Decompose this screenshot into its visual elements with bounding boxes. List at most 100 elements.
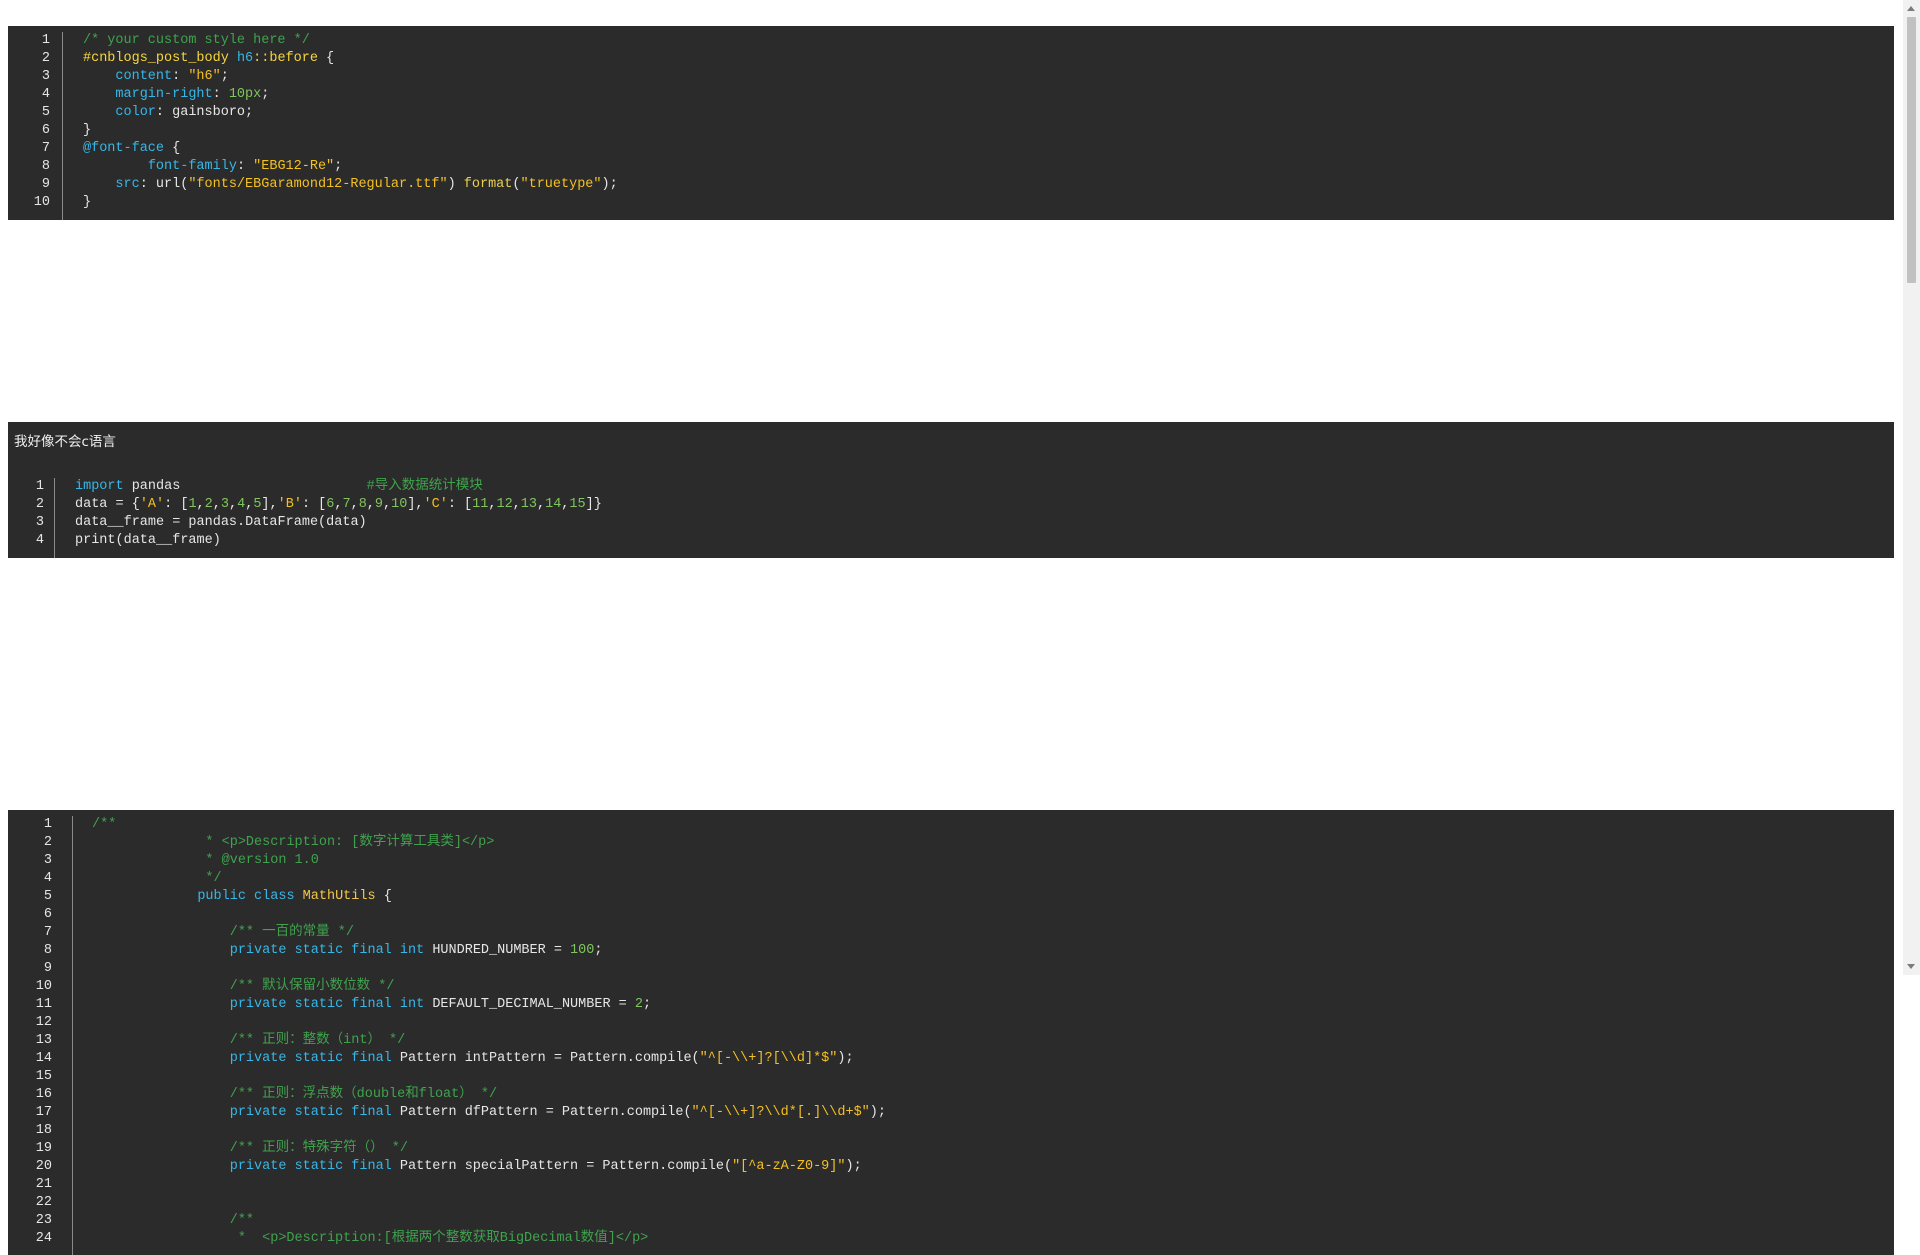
code-token: { [164, 141, 181, 156]
line-number: 24 [35, 1231, 52, 1246]
code-token: * <p>Description:[根据两个整数获取BigDecimal数值]<… [237, 1231, 649, 1246]
code-token: private [229, 1159, 287, 1174]
java-code-block: 1 2 3 4 5 6 7 8 9 10 11 12 13 14 15 16 17 18 19 20 21 22 23 24 … [8, 810, 1894, 1255]
line-number: 14 [35, 1051, 52, 1066]
code-token: ; [261, 87, 270, 102]
code-token: final [351, 1105, 392, 1120]
scroll-down-arrow-icon[interactable] [1907, 964, 1915, 969]
code-token: font-family [147, 159, 237, 174]
code-line: @font-face { [83, 140, 1894, 158]
code-token: src [115, 177, 140, 192]
code-token: static [294, 1159, 344, 1174]
code-token: pandas [123, 479, 367, 494]
code-token: "h6" [188, 69, 221, 84]
code-token: 15 [569, 497, 586, 512]
line-number: 4 [43, 871, 52, 886]
code-token: class [254, 889, 295, 904]
code-line: private static final Pattern intPattern … [92, 1050, 1894, 1068]
line-number: 17 [35, 1105, 52, 1120]
line-number: 15 [35, 1069, 52, 1084]
code-token: "^[-\\+]?[\\d]*$" [699, 1051, 838, 1066]
code-line: /** 默认保留小数位数 */ [92, 978, 1894, 996]
code-line: import pandas #导入数据统计模块 [75, 478, 1894, 496]
code-token: /** 正则：整数（int） */ [229, 1033, 406, 1048]
code-line: /** 正则：浮点数（double和float） */ [92, 1086, 1894, 1104]
code-token: ); [601, 177, 618, 192]
code-token: ; [642, 997, 652, 1012]
line-number: 1 [35, 479, 44, 494]
line-number: 3 [35, 515, 44, 530]
line-numbers: 1 2 3 4 5 6 7 8 9 10 11 12 13 14 15 16 17 18 19 20 21 22 23 24 [8, 816, 52, 1248]
code-token: , [228, 497, 238, 512]
code-token: format [463, 177, 513, 192]
code-lines: /** * <p>Description: [数字计算工具类]</p> * @v… [92, 816, 1894, 1248]
code-token: #cnblogs_post_body [83, 51, 237, 66]
code-line: print(data__frame) [75, 532, 1894, 550]
code-token: margin-right [115, 87, 213, 102]
code-token: ) [447, 177, 464, 192]
code-token: 11 [472, 497, 489, 512]
code-token: : gainsboro; [155, 105, 254, 120]
code-line: } [83, 194, 1894, 212]
line-number: 20 [35, 1159, 52, 1174]
code-token: 13 [520, 497, 537, 512]
code-line: private static final Pattern specialPatt… [92, 1158, 1894, 1176]
scroll-up-arrow-icon[interactable] [1907, 6, 1915, 11]
code-token: 7 [342, 497, 351, 512]
code-token: private [229, 997, 287, 1012]
code-token: MathUtils [302, 889, 376, 904]
code-line: /** [92, 816, 1894, 834]
code-token: HUNDRED_NUMBER = [424, 943, 571, 958]
code-lines: /* your custom style here */ #cnblogs_pos… [83, 32, 1894, 212]
line-number: 13 [35, 1033, 52, 1048]
code-token: : [236, 159, 254, 174]
line-number: 6 [43, 907, 52, 922]
code-token: /** 正则：特殊字符（） */ [229, 1141, 408, 1156]
code-token: int [399, 997, 425, 1012]
code-token: : [172, 69, 189, 84]
code-token: #导入数据统计模块 [366, 479, 483, 494]
code-line: data__frame = pandas.DataFrame(data) [75, 514, 1894, 532]
line-numbers: 1 2 3 4 [8, 478, 44, 550]
code-token: final [351, 1051, 392, 1066]
code-token: final [351, 943, 392, 958]
code-token: 'B' [277, 497, 302, 512]
code-line: /** 正则：特殊字符（） */ [92, 1140, 1894, 1158]
line-number: 5 [41, 105, 50, 120]
code-line: color: gainsboro; [83, 104, 1894, 122]
scrollbar-thumb[interactable] [1907, 17, 1916, 283]
code-line: * <p>Description: [数字计算工具类]</p> [92, 834, 1894, 852]
code-token: /** [229, 1213, 255, 1228]
line-number: 8 [43, 943, 52, 958]
note-text: 我好像不会c语言 [14, 434, 116, 450]
code-token: */ [205, 871, 222, 886]
code-line: private static final int DEFAULT_DECIMAL… [92, 996, 1894, 1014]
code-token: * @version 1.0 [205, 853, 319, 868]
code-line: margin-right: 10px; [83, 86, 1894, 104]
line-number: 5 [43, 889, 52, 904]
line-number: 22 [35, 1195, 52, 1210]
code-line: font-family: "EBG12-Re"; [83, 158, 1894, 176]
vertical-scrollbar[interactable] [1903, 0, 1920, 975]
code-token: ], [407, 497, 424, 512]
line-number: 6 [41, 123, 50, 138]
code-token: , [512, 497, 521, 512]
code-token: ]} [585, 497, 602, 512]
